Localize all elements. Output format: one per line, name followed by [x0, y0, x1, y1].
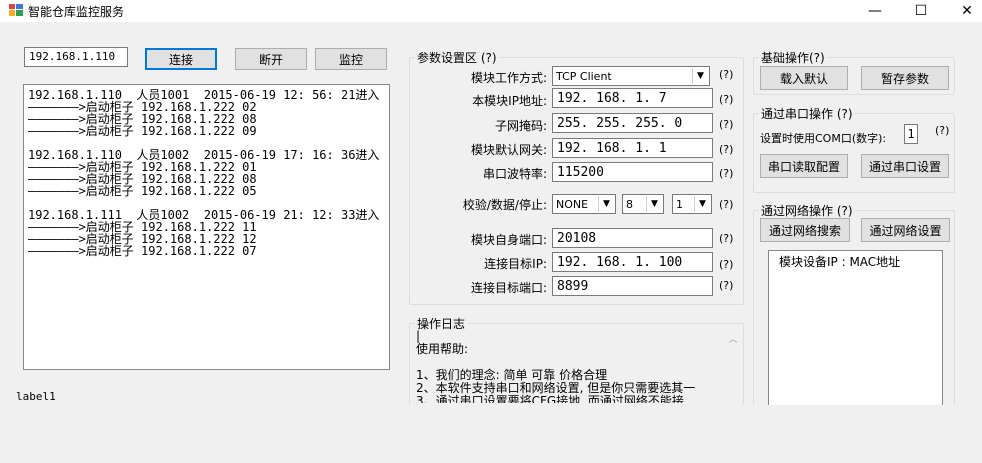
record-line: ———————>启动柜子 192.168.1.222 05	[28, 184, 257, 198]
basic-group-title: 基础操作(?)	[759, 49, 827, 66]
app-icon	[9, 4, 23, 16]
mode-label: 模块工作方式:	[470, 71, 547, 85]
com-input[interactable]: 1	[904, 124, 918, 144]
com-label: 设置时使用COM口(数字):	[760, 132, 887, 145]
save-params-button[interactable]: 暂存参数	[861, 66, 949, 90]
help-icon[interactable]: (?)	[719, 93, 733, 106]
records-list[interactable]: 192.168.1.110 人员1001 2015-06-19 12: 56: …	[23, 84, 390, 370]
serial-read-config-button[interactable]: 串口读取配置	[760, 154, 848, 178]
subnet-mask-input[interactable]: 255. 255. 255. 0	[552, 113, 713, 133]
close-button[interactable]: ✕	[944, 0, 982, 22]
gateway-label: 模块默认网关:	[470, 143, 547, 157]
check-label: 校验/数据/停止:	[462, 198, 547, 212]
target-port-input[interactable]: 8899	[552, 276, 713, 296]
log-textarea[interactable]: | 使用帮助: 1、我们的理念: 简单 可靠 价格合理 2、本软件支持串口和网络设置,…	[414, 330, 742, 403]
module-port-input[interactable]: 20108	[552, 228, 713, 248]
minimize-button[interactable]: —	[852, 0, 898, 22]
target-ip-input[interactable]: 192. 168. 1. 100	[552, 252, 713, 272]
connect-button[interactable]: 连接	[145, 48, 217, 70]
mode-value: TCP Client	[556, 69, 612, 83]
help-icon[interactable]: (?)	[719, 198, 733, 211]
log-line: 使用帮助:	[416, 342, 469, 356]
status-label: label1	[16, 390, 56, 403]
help-icon[interactable]: (?)	[719, 143, 733, 156]
serial-group-title: 通过串口操作 (?)	[759, 105, 855, 122]
record-line: ———————>启动柜子 192.168.1.222 07	[28, 244, 257, 258]
title-bar	[0, 0, 982, 22]
chevron-down-icon: ▼	[692, 68, 708, 84]
port-label: 模块自身端口:	[470, 233, 547, 247]
help-icon[interactable]: (?)	[719, 232, 733, 245]
databits-value: 8	[626, 197, 633, 211]
baud-label: 串口波特率:	[482, 167, 547, 181]
serial-set-button[interactable]: 通过串口设置	[861, 154, 949, 178]
maximize-button[interactable]: ☐	[898, 0, 944, 22]
network-search-button[interactable]: 通过网络搜索	[760, 218, 850, 242]
network-group-title: 通过网络操作 (?)	[759, 202, 855, 219]
help-icon[interactable]: (?)	[719, 258, 733, 271]
stopbits-value: 1	[676, 197, 683, 211]
help-icon[interactable]: (?)	[719, 279, 733, 292]
window-title: 智能仓库监控服务	[28, 5, 125, 19]
target-port-label: 连接目标端口:	[470, 281, 547, 295]
disconnect-button[interactable]: 断开	[235, 48, 307, 70]
mask-label: 子网掩码:	[494, 119, 547, 133]
help-icon[interactable]: (?)	[719, 167, 733, 180]
help-icon[interactable]: (?)	[719, 68, 733, 81]
target-ip-label: 连接目标IP:	[484, 257, 547, 271]
device-list[interactable]: 模块设备IP : MAC地址	[768, 250, 943, 405]
gateway-input[interactable]: 192. 168. 1. 1	[552, 138, 713, 158]
log-line: 3、通过串口设置要将CFG接地, 而通过网络不能接	[416, 394, 684, 404]
parity-select[interactable]: NONE ▼	[552, 194, 616, 214]
module-ip-input[interactable]: 192. 168. 1. 7	[552, 88, 713, 108]
monitor-button[interactable]: 监控	[315, 48, 387, 70]
network-set-button[interactable]: 通过网络设置	[861, 218, 950, 242]
load-default-button[interactable]: 载入默认	[760, 66, 848, 90]
help-icon[interactable]: (?)	[719, 118, 733, 131]
record-line: ———————>启动柜子 192.168.1.222 09	[28, 124, 257, 138]
scroll-up-icon[interactable]: ︿	[726, 332, 740, 345]
serial-group	[753, 113, 955, 193]
ip-label: 本模块IP地址:	[472, 94, 547, 108]
ip-input[interactable]: 192.168.1.110	[24, 47, 128, 67]
chevron-down-icon: ▼	[694, 196, 710, 212]
baud-input[interactable]: 115200	[552, 162, 713, 182]
mode-select[interactable]: TCP Client ▼	[552, 66, 710, 86]
chevron-down-icon: ▼	[646, 196, 662, 212]
device-list-header: 模块设备IP : MAC地址	[779, 255, 901, 269]
databits-select[interactable]: 8 ▼	[622, 194, 664, 214]
stopbits-select[interactable]: 1 ▼	[672, 194, 712, 214]
help-icon[interactable]: (?)	[935, 124, 949, 137]
params-group-title: 参数设置区 (?)	[415, 49, 499, 66]
parity-value: NONE	[556, 197, 589, 211]
chevron-down-icon: ▼	[598, 196, 614, 212]
